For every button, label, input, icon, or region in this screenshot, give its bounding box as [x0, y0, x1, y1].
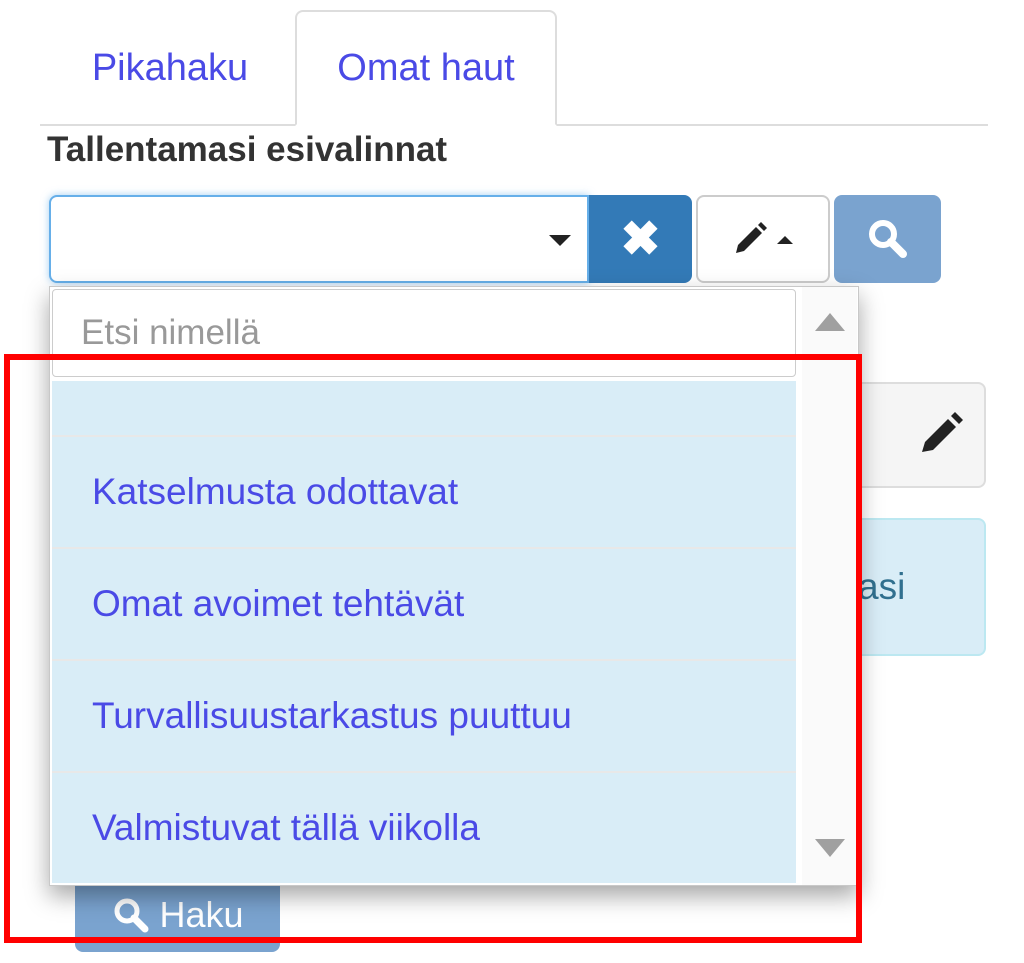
- saved-search-select[interactable]: [49, 195, 589, 283]
- dropdown-scrollbar[interactable]: [802, 287, 857, 885]
- search-icon: [868, 220, 907, 258]
- pencil-icon[interactable]: [918, 410, 966, 461]
- saved-presets-label: Tallentamasi esivalinnat: [47, 130, 448, 169]
- pencil-icon: [736, 222, 767, 253]
- caret-up-icon: [777, 236, 793, 244]
- saved-search-dropdown: Katselmusta odottavat Omat avoimet tehtä…: [49, 286, 859, 886]
- tab-omat-haut[interactable]: Omat haut: [295, 10, 557, 126]
- dropdown-option[interactable]: Omat avoimet tehtävät: [52, 549, 796, 661]
- chevron-down-icon[interactable]: [549, 235, 571, 246]
- tab-pikahaku[interactable]: Pikahaku: [60, 10, 280, 126]
- search-icon: [114, 898, 149, 933]
- dropdown-option[interactable]: Valmistuvat tällä viikolla: [52, 773, 796, 883]
- dropdown-options-list: Katselmusta odottavat Omat avoimet tehtä…: [52, 381, 796, 883]
- haku-button[interactable]: Haku: [75, 878, 280, 952]
- dropdown-option[interactable]: Katselmusta odottavat: [52, 437, 796, 549]
- haku-button-label: Haku: [159, 894, 244, 935]
- dropdown-option[interactable]: Turvallisuustarkastus puuttuu: [52, 661, 796, 773]
- scroll-up-arrow-icon[interactable]: [815, 313, 845, 331]
- scroll-down-arrow-icon[interactable]: [815, 839, 845, 857]
- search-button[interactable]: [834, 195, 941, 283]
- close-icon: ✖: [620, 213, 661, 266]
- info-alert-text: asi: [858, 566, 906, 607]
- edit-menu-button[interactable]: [696, 195, 830, 283]
- dropdown-option-empty[interactable]: [52, 381, 796, 437]
- clear-selection-button[interactable]: ✖: [589, 195, 692, 283]
- dropdown-search-input[interactable]: [52, 289, 796, 377]
